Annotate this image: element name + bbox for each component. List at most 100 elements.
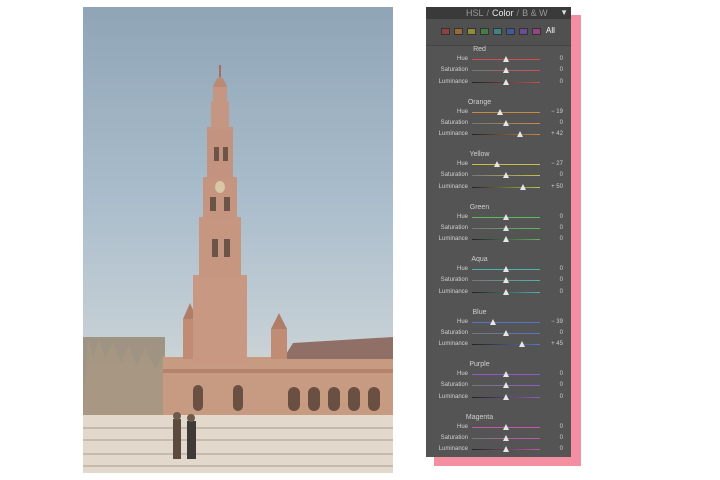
slider-row-hue: Hue 0: [426, 264, 571, 275]
slider-label: Luminance: [438, 288, 468, 295]
swatch-purple[interactable]: [519, 28, 528, 35]
slider-thumb[interactable]: [503, 382, 509, 389]
tab-hsl[interactable]: HSL: [466, 7, 484, 19]
slider-value[interactable]: 0: [560, 77, 563, 88]
slider-value[interactable]: 0: [560, 234, 563, 245]
slider-row-luminance: Luminance 0: [426, 392, 571, 403]
slider-row-luminance: Luminance 0: [426, 287, 571, 298]
slider-value[interactable]: 0: [560, 54, 563, 65]
slider-value[interactable]: 0: [560, 223, 563, 234]
slider-row-hue: Hue − 39: [426, 317, 571, 328]
slider-row-luminance: Luminance + 45: [426, 339, 571, 350]
slider-value[interactable]: 0: [560, 328, 563, 339]
slider-value[interactable]: + 42: [551, 129, 563, 140]
slider-row-saturation: Saturation 0: [426, 170, 571, 181]
slider-track[interactable]: [472, 344, 540, 346]
slider-thumb[interactable]: [503, 56, 509, 62]
group-red: Red Hue 0 Saturation 0 Luminance 0: [426, 45, 571, 97]
slider-thumb[interactable]: [517, 131, 524, 138]
collapse-triangle-icon[interactable]: ▼: [560, 7, 568, 19]
slider-thumb[interactable]: [503, 446, 509, 453]
plaza-illustration: [83, 65, 393, 473]
slider-row-luminance: Luminance 0: [426, 234, 571, 245]
slider-label: Saturation: [440, 434, 468, 441]
slider-label: Saturation: [440, 382, 468, 389]
slider-track[interactable]: [472, 111, 540, 113]
slider-value[interactable]: 0: [560, 264, 563, 275]
swatch-blue[interactable]: [506, 28, 515, 35]
slider-track[interactable]: [472, 164, 540, 165]
slider-value[interactable]: − 19: [551, 107, 563, 118]
slider-label: Luminance: [438, 78, 468, 85]
slider-value[interactable]: 0: [560, 170, 563, 181]
tab-bw[interactable]: B & W: [522, 7, 548, 19]
slider-thumb[interactable]: [520, 183, 526, 190]
slider-value[interactable]: 0: [560, 433, 563, 444]
slider-thumb[interactable]: [494, 161, 501, 167]
slider-row-saturation: Saturation 0: [426, 328, 571, 339]
slider-thumb[interactable]: [490, 318, 497, 325]
swatch-green[interactable]: [480, 28, 489, 35]
slider-thumb[interactable]: [503, 266, 509, 272]
slider-thumb[interactable]: [496, 108, 503, 115]
slider-value[interactable]: − 27: [551, 159, 563, 170]
tab-color[interactable]: Color: [492, 7, 514, 19]
slider-value[interactable]: 0: [560, 275, 563, 286]
slider-thumb[interactable]: [503, 119, 509, 126]
slider-value[interactable]: + 50: [551, 182, 563, 193]
slider-thumb[interactable]: [503, 67, 509, 74]
slider-value[interactable]: 0: [560, 65, 563, 76]
slider-thumb[interactable]: [503, 78, 509, 85]
slider-label: Hue: [456, 108, 468, 115]
swatch-yellow[interactable]: [467, 28, 476, 35]
slider-label: Hue: [456, 423, 468, 430]
slider-value[interactable]: − 39: [551, 317, 563, 328]
slider-value[interactable]: 0: [560, 392, 563, 403]
slider-value[interactable]: 0: [560, 380, 563, 391]
swatch-red[interactable]: [441, 28, 450, 35]
slider-thumb[interactable]: [503, 371, 509, 377]
slider-thumb[interactable]: [503, 236, 509, 243]
slider-value[interactable]: 0: [560, 369, 563, 380]
slider-label: Saturation: [440, 119, 468, 126]
slider-thumb[interactable]: [503, 393, 509, 400]
slider-thumb[interactable]: [503, 277, 509, 284]
slider-track[interactable]: [472, 321, 540, 323]
slider-value[interactable]: 0: [560, 118, 563, 129]
slider-value[interactable]: 0: [560, 212, 563, 223]
slider-value[interactable]: + 45: [551, 339, 563, 350]
slider-thumb[interactable]: [503, 423, 509, 430]
slider-row-luminance: Luminance + 42: [426, 129, 571, 140]
slider-thumb[interactable]: [503, 213, 509, 220]
group-title: Magenta: [465, 413, 494, 421]
group-title: Red: [473, 46, 486, 53]
group-title: Orange: [467, 98, 492, 106]
group-title: Yellow: [469, 151, 490, 158]
slider-value[interactable]: 0: [560, 444, 563, 455]
slider-thumb[interactable]: [503, 172, 509, 179]
panel-header: HSL / Color / B & W ▼: [426, 7, 571, 19]
slider-value[interactable]: 0: [560, 287, 563, 298]
slider-thumb[interactable]: [503, 434, 509, 441]
slider-track[interactable]: [472, 134, 540, 136]
swatch-magenta[interactable]: [532, 28, 541, 35]
group-orange: Orange Hue − 19 Saturation 0 Luminance + 42: [426, 98, 571, 150]
group-blue: Blue Hue − 39 Saturation 0 Luminance + 45: [426, 308, 571, 360]
slider-value[interactable]: 0: [560, 422, 563, 433]
slider-thumb[interactable]: [518, 341, 525, 348]
slider-row-saturation: Saturation 0: [426, 380, 571, 391]
swatch-row: All: [426, 19, 571, 46]
slider-label: Hue: [456, 371, 468, 377]
slider-label: Luminance: [438, 341, 468, 348]
slider-label: Luminance: [438, 446, 468, 453]
swatch-aqua[interactable]: [493, 28, 502, 35]
slider-thumb[interactable]: [503, 329, 509, 336]
slider-row-hue: Hue − 19: [426, 107, 571, 118]
slider-row-saturation: Saturation 0: [426, 275, 571, 286]
swatch-all-button[interactable]: All: [546, 25, 555, 37]
slider-thumb[interactable]: [503, 224, 509, 231]
slider-thumb[interactable]: [503, 288, 509, 295]
group-magenta: Magenta Hue 0 Saturation 0 Luminance 0: [426, 413, 571, 465]
slider-track[interactable]: [472, 186, 540, 188]
swatch-orange[interactable]: [454, 28, 463, 35]
